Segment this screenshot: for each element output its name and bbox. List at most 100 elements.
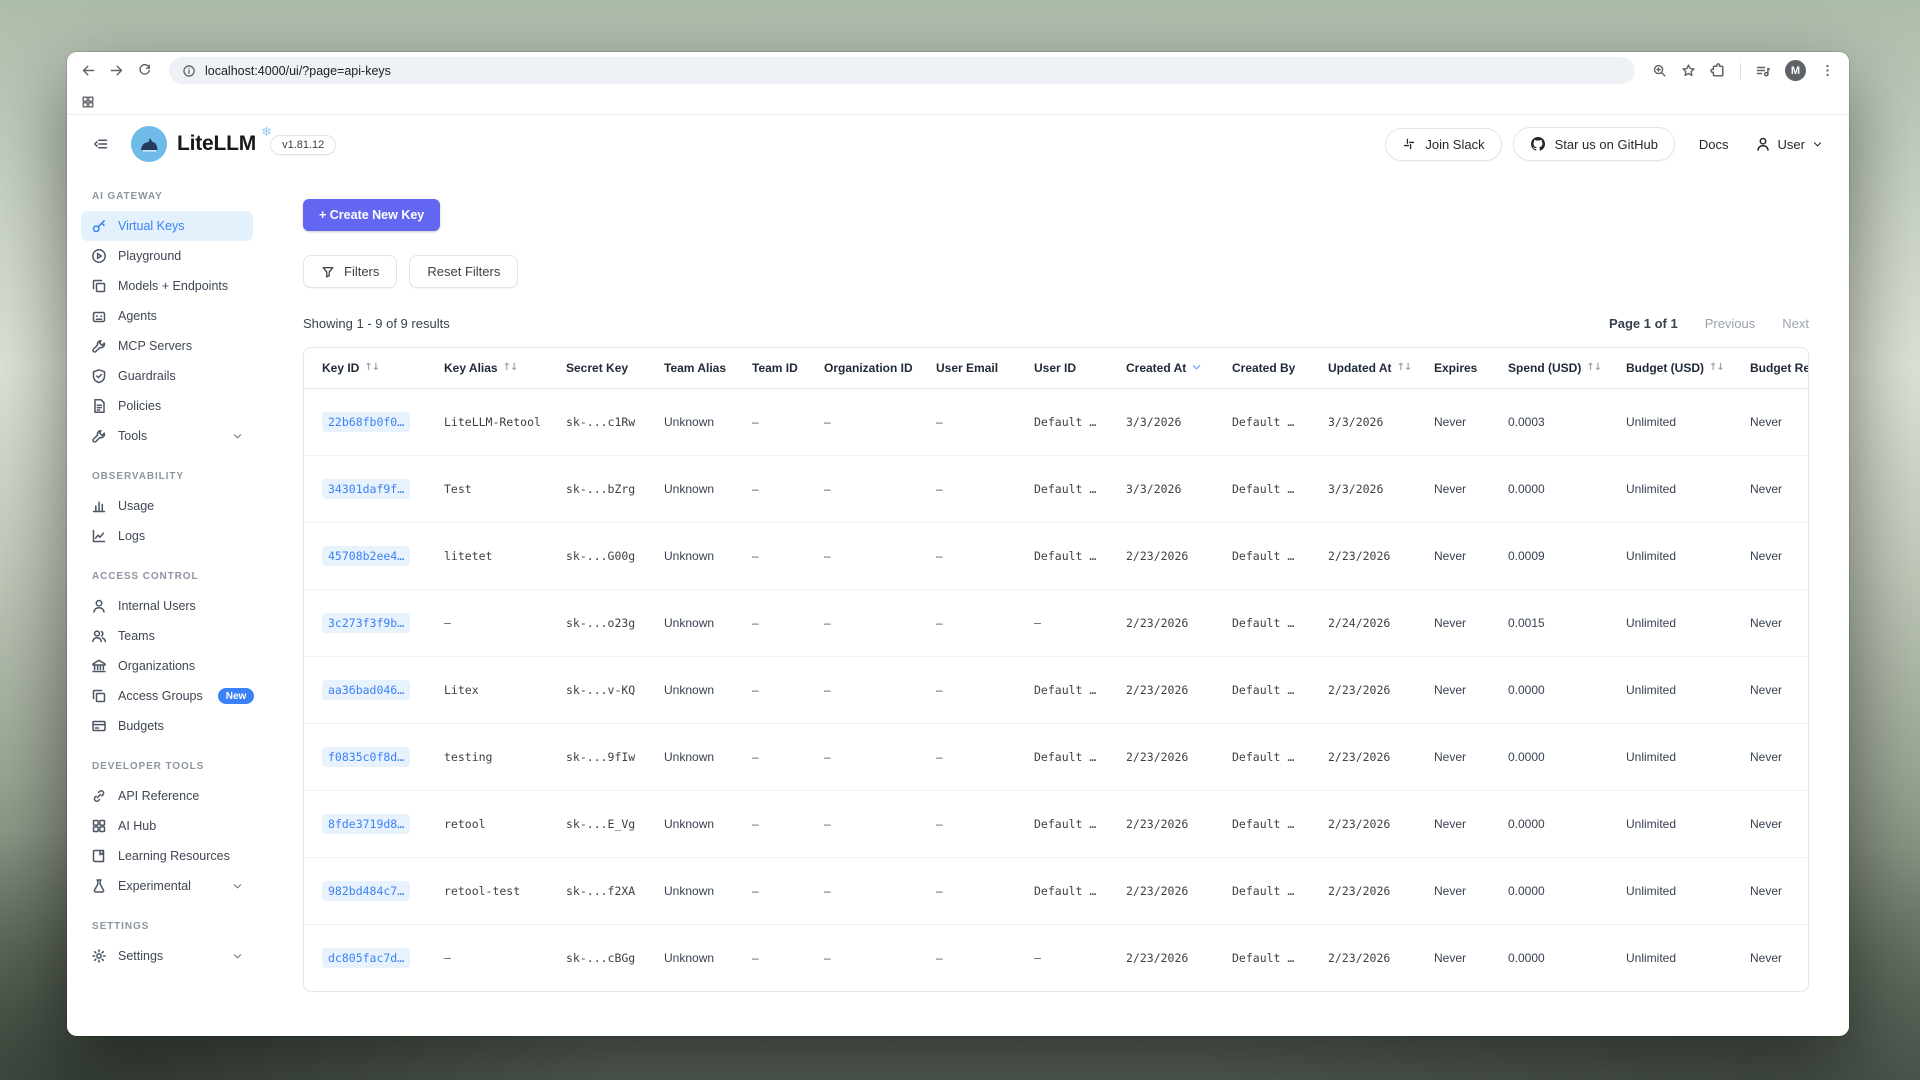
cell-user-email: – bbox=[928, 589, 1026, 656]
column-header-key-alias[interactable]: Key Alias↑↓ bbox=[436, 348, 558, 388]
table-row[interactable]: aa36bad046…Litexsk-...v-KQUnknown–––Defa… bbox=[304, 656, 1809, 723]
sort-icon[interactable]: ↑↓ bbox=[364, 362, 379, 373]
extensions-icon[interactable] bbox=[1710, 63, 1726, 79]
filters-button[interactable]: Filters bbox=[303, 255, 397, 288]
sidebar-item-ai-hub[interactable]: AI Hub bbox=[81, 811, 253, 841]
sidebar: AI GATEWAYVirtual KeysPlaygroundModels +… bbox=[67, 173, 265, 1035]
cell-key-id: 22b68fb0f0… bbox=[304, 388, 436, 455]
sidebar-item-internal-users[interactable]: Internal Users bbox=[81, 591, 253, 621]
cell-created-by: Default … bbox=[1224, 455, 1320, 522]
cell-budget-usd: Unlimited bbox=[1618, 388, 1742, 455]
next-page-button[interactable]: Next bbox=[1782, 316, 1809, 331]
table-row[interactable]: 982bd484c7…retool-testsk-...f2XAUnknown–… bbox=[304, 857, 1809, 924]
column-header-key-id[interactable]: Key ID↑↓ bbox=[304, 348, 436, 388]
cell-secret-key: sk-...G00g bbox=[558, 522, 656, 589]
key-id-link[interactable]: aa36bad046… bbox=[322, 680, 410, 700]
table-row[interactable]: 22b68fb0f0…LiteLLM-Retoolsk-...c1RwUnkno… bbox=[304, 388, 1809, 455]
sidebar-item-logs[interactable]: Logs bbox=[81, 521, 253, 551]
cell-budget-usd: Unlimited bbox=[1618, 924, 1742, 991]
cell-expires: Never bbox=[1426, 723, 1500, 790]
table-row[interactable]: 3c273f3f9b…–sk-...o23gUnknown––––2/23/20… bbox=[304, 589, 1809, 656]
table-row[interactable]: 45708b2ee4…litetetsk-...G00gUnknown–––De… bbox=[304, 522, 1809, 589]
key-id-link[interactable]: 3c273f3f9b… bbox=[322, 613, 410, 633]
sidebar-item-access-groups[interactable]: Access GroupsNew bbox=[81, 681, 253, 711]
sidebar-item-budgets[interactable]: Budgets bbox=[81, 711, 253, 741]
sort-icon[interactable]: ↑↓ bbox=[1709, 362, 1724, 373]
sidebar-item-label: Logs bbox=[118, 529, 145, 543]
sidebar-item-label: Settings bbox=[118, 949, 163, 963]
browser-menu-icon[interactable] bbox=[1820, 63, 1835, 78]
sidebar-item-label: Models + Endpoints bbox=[118, 279, 228, 293]
cell-budget-reset: Never bbox=[1742, 522, 1809, 589]
user-menu[interactable]: User bbox=[1755, 136, 1823, 152]
sort-desc-icon[interactable] bbox=[1191, 362, 1202, 373]
cell-spend-usd: 0.0000 bbox=[1500, 723, 1618, 790]
sidebar-item-organizations[interactable]: Organizations bbox=[81, 651, 253, 681]
table-row[interactable]: dc805fac7d…–sk-...cBGgUnknown––––2/23/20… bbox=[304, 924, 1809, 991]
cell-updated-at: 2/23/2026 bbox=[1320, 522, 1426, 589]
cell-secret-key: sk-...f2XA bbox=[558, 857, 656, 924]
column-label: Expires bbox=[1434, 361, 1477, 375]
address-bar[interactable]: localhost:4000/ui/?page=api-keys bbox=[169, 57, 1635, 84]
profile-avatar[interactable]: M bbox=[1785, 60, 1806, 81]
reset-filters-button[interactable]: Reset Filters bbox=[409, 255, 518, 288]
flask-icon bbox=[91, 878, 107, 894]
sort-icon[interactable]: ↑↓ bbox=[1397, 362, 1412, 373]
key-id-link[interactable]: f0835c0f8d… bbox=[322, 747, 410, 767]
bookmark-star-icon[interactable] bbox=[1681, 63, 1696, 78]
cell-expires: Never bbox=[1426, 790, 1500, 857]
sort-icon[interactable]: ↑↓ bbox=[1586, 362, 1601, 373]
sidebar-item-policies[interactable]: Policies bbox=[81, 391, 253, 421]
star-github-button[interactable]: Star us on GitHub bbox=[1513, 127, 1675, 161]
sidebar-item-virtual-keys[interactable]: Virtual Keys bbox=[81, 211, 253, 241]
join-slack-button[interactable]: Join Slack bbox=[1385, 128, 1501, 161]
sidebar-item-guardrails[interactable]: Guardrails bbox=[81, 361, 253, 391]
sidebar-item-api-reference[interactable]: API Reference bbox=[81, 781, 253, 811]
cell-key-alias: Litex bbox=[436, 656, 558, 723]
sidebar-item-playground[interactable]: Playground bbox=[81, 241, 253, 271]
key-id-link[interactable]: 45708b2ee4… bbox=[322, 546, 410, 566]
key-id-link[interactable]: 34301daf9f… bbox=[322, 479, 410, 499]
create-new-key-button[interactable]: + Create New Key bbox=[303, 199, 440, 231]
previous-page-button[interactable]: Previous bbox=[1705, 316, 1756, 331]
column-header-budget-usd[interactable]: Budget (USD)↑↓ bbox=[1618, 348, 1742, 388]
cell-team-id: – bbox=[744, 723, 816, 790]
cell-budget-usd: Unlimited bbox=[1618, 790, 1742, 857]
key-id-link[interactable]: 8fde3719d8… bbox=[322, 814, 410, 834]
sidebar-item-settings[interactable]: Settings bbox=[81, 941, 253, 971]
zoom-icon[interactable] bbox=[1652, 63, 1667, 78]
column-label: User ID bbox=[1034, 361, 1076, 375]
collapse-sidebar-icon[interactable] bbox=[93, 136, 109, 152]
sidebar-item-agents[interactable]: Agents bbox=[81, 301, 253, 331]
column-header-spend-usd[interactable]: Spend (USD)↑↓ bbox=[1500, 348, 1618, 388]
key-id-link[interactable]: 22b68fb0f0… bbox=[322, 412, 410, 432]
sort-icon[interactable]: ↑↓ bbox=[503, 362, 518, 373]
forward-icon[interactable] bbox=[109, 63, 124, 78]
reload-icon[interactable] bbox=[137, 63, 152, 78]
sidebar-item-tools[interactable]: Tools bbox=[81, 421, 253, 451]
site-info-icon[interactable] bbox=[182, 64, 196, 78]
back-icon[interactable] bbox=[81, 63, 96, 78]
bookmarks-strip bbox=[67, 89, 1849, 115]
sidebar-item-label: Learning Resources bbox=[118, 849, 230, 863]
table-row[interactable]: 8fde3719d8…retoolsk-...E_VgUnknown–––Def… bbox=[304, 790, 1809, 857]
table-row[interactable]: f0835c0f8d…testingsk-...9fIwUnknown–––De… bbox=[304, 723, 1809, 790]
column-header-created-at[interactable]: Created At bbox=[1118, 348, 1224, 388]
media-list-icon[interactable] bbox=[1755, 63, 1771, 79]
column-header-updated-at[interactable]: Updated At↑↓ bbox=[1320, 348, 1426, 388]
sidebar-item-learning-resources[interactable]: Learning Resources bbox=[81, 841, 253, 871]
cell-key-alias: litetet bbox=[436, 522, 558, 589]
sidebar-item-experimental[interactable]: Experimental bbox=[81, 871, 253, 901]
sidebar-item-mcp-servers[interactable]: MCP Servers bbox=[81, 331, 253, 361]
apps-grid-icon[interactable] bbox=[81, 95, 95, 109]
sidebar-item-teams[interactable]: Teams bbox=[81, 621, 253, 651]
key-id-link[interactable]: dc805fac7d… bbox=[322, 948, 410, 968]
sidebar-item-models-endpoints[interactable]: Models + Endpoints bbox=[81, 271, 253, 301]
table-row[interactable]: 34301daf9f…Testsk-...bZrgUnknown–––Defau… bbox=[304, 455, 1809, 522]
cell-updated-at: 2/23/2026 bbox=[1320, 656, 1426, 723]
sidebar-item-usage[interactable]: Usage bbox=[81, 491, 253, 521]
docs-link[interactable]: Docs bbox=[1699, 137, 1729, 152]
user-label: User bbox=[1778, 137, 1805, 152]
key-id-link[interactable]: 982bd484c7… bbox=[322, 881, 410, 901]
cell-user-id: Default … bbox=[1026, 857, 1118, 924]
